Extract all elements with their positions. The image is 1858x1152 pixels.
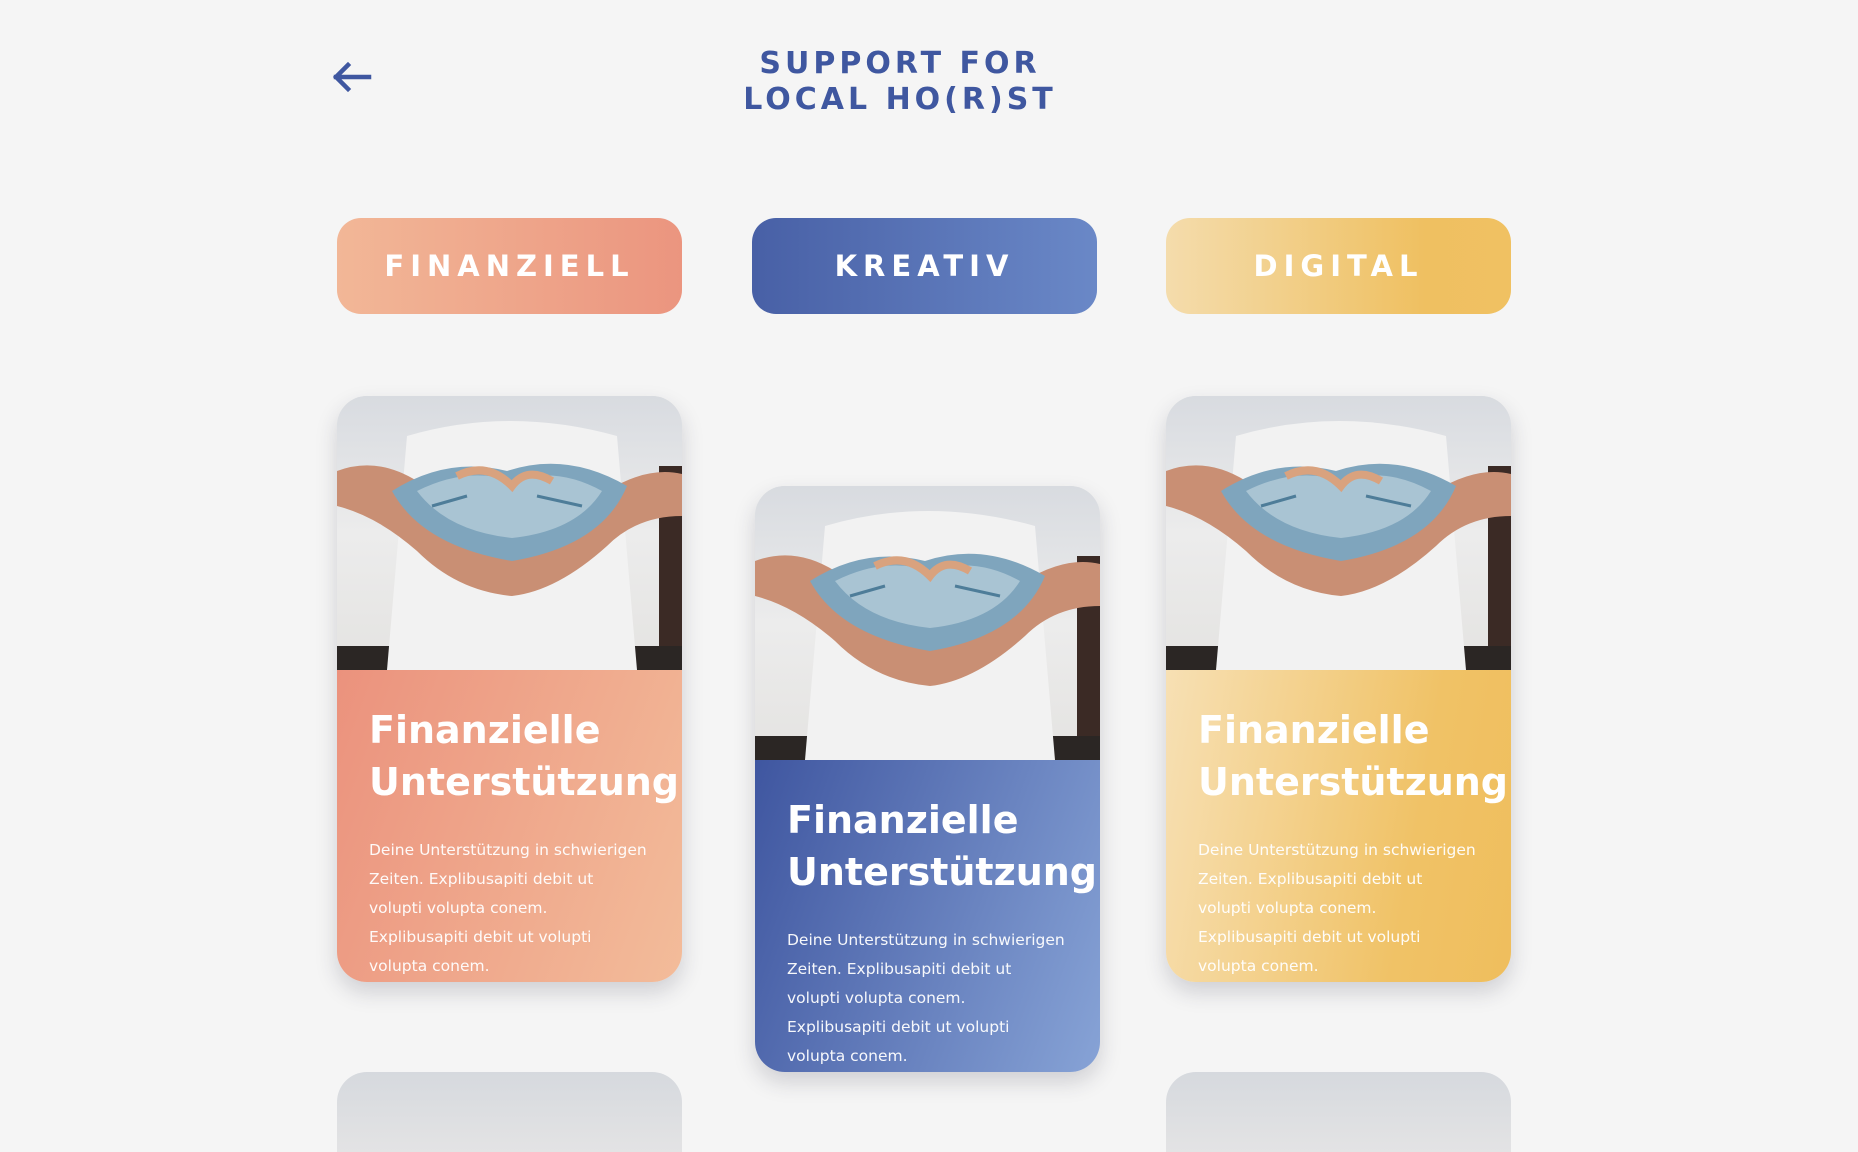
card-title: Finanzielle Unterstützung [787, 794, 1098, 898]
hands-holding-money-photo [337, 396, 682, 670]
page-title-line-2: LOCAL HO(R)ST [743, 82, 1057, 117]
card-title: Finanzielle Unterstützung [1198, 704, 1509, 808]
card-title-line-2: Unterstützung [1198, 760, 1509, 804]
card-title-line-1: Finanzielle [369, 708, 601, 752]
support-card-digital[interactable]: Finanzielle Unterstützung Deine Unterstü… [1166, 396, 1511, 982]
page: SUPPORT FOR LOCAL HO(R)ST FINANZIELL KRE… [0, 0, 1858, 1152]
category-tab-label: KREATIV [834, 249, 1015, 283]
support-card-finanziell[interactable]: Finanzielle Unterstützung Deine Unterstü… [337, 396, 682, 982]
card-description: Deine Unterstützung in schwierigen Zeite… [1198, 841, 1476, 975]
page-title: SUPPORT FOR LOCAL HO(R)ST [0, 46, 1800, 118]
card-content: Finanzielle Unterstützung Deine Unterstü… [1166, 670, 1511, 982]
card-description: Deine Unterstützung in schwierigen Zeite… [369, 841, 647, 975]
card-description: Deine Unterstützung in schwierigen Zeite… [787, 931, 1065, 1065]
category-tab-label: FINANZIELL [384, 249, 635, 283]
category-tab-label: DIGITAL [1253, 249, 1424, 283]
category-tab-finanziell[interactable]: FINANZIELL [337, 218, 682, 314]
support-card-kreativ[interactable]: Finanzielle Unterstützung Deine Unterstü… [755, 486, 1100, 1072]
support-card-peek[interactable] [1166, 1072, 1511, 1152]
category-tab-kreativ[interactable]: KREATIV [752, 218, 1097, 314]
support-card-peek[interactable] [337, 1072, 682, 1152]
card-content: Finanzielle Unterstützung Deine Unterstü… [337, 670, 682, 982]
card-content: Finanzielle Unterstützung Deine Unterstü… [755, 760, 1100, 1072]
card-title-line-2: Unterstützung [369, 760, 680, 804]
category-tab-digital[interactable]: DIGITAL [1166, 218, 1511, 314]
hands-holding-money-photo [755, 486, 1100, 760]
hands-holding-money-photo [1166, 396, 1511, 670]
card-title-line-2: Unterstützung [787, 850, 1098, 894]
page-title-line-1: SUPPORT FOR [759, 46, 1041, 81]
card-title-line-1: Finanzielle [787, 798, 1019, 842]
card-title: Finanzielle Unterstützung [369, 704, 680, 808]
card-title-line-1: Finanzielle [1198, 708, 1430, 752]
